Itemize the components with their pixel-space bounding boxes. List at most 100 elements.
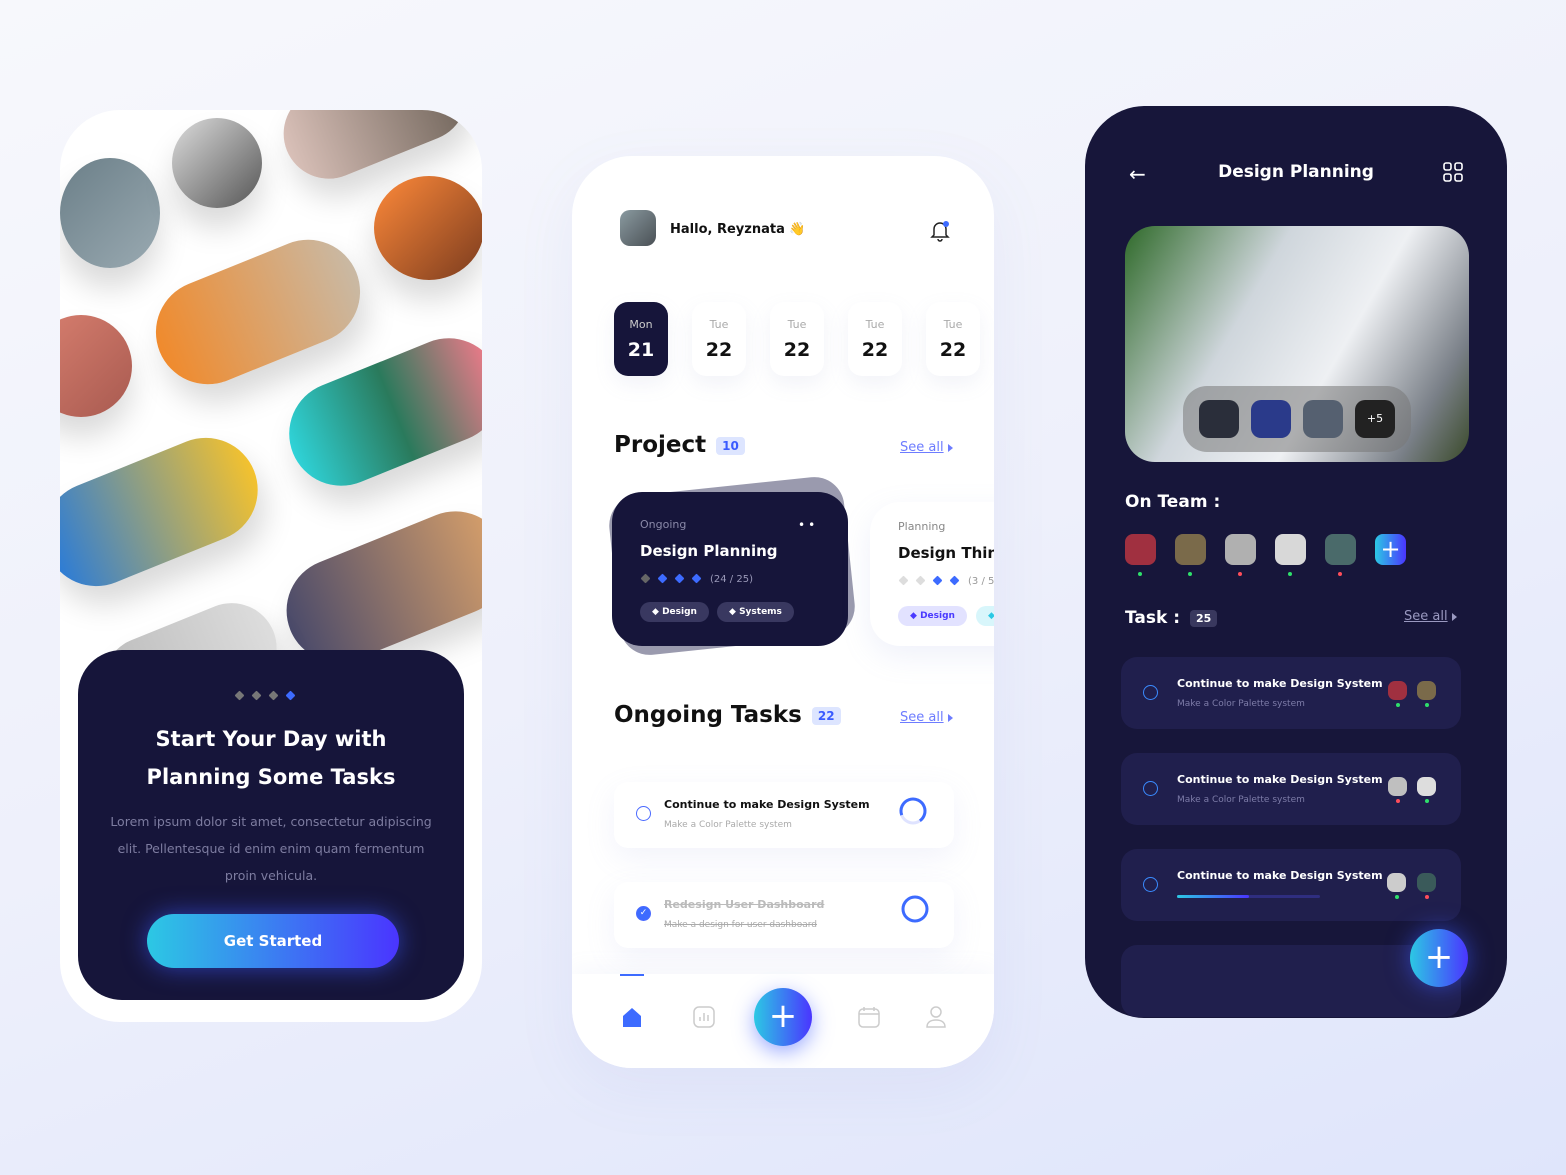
- assignee-avatar: [1417, 873, 1436, 892]
- project-card[interactable]: Planning Design Thinking (3 / 5) ◆ Desig…: [870, 502, 994, 646]
- project-progress: (3 / 5): [898, 575, 994, 587]
- task-checkbox[interactable]: [1143, 877, 1158, 892]
- project-progress: (24 / 25): [640, 573, 753, 585]
- task-title: Redesign User Dashboard: [664, 898, 825, 911]
- ongoing-see-all-link[interactable]: See all: [900, 710, 944, 725]
- photo-pill: [60, 422, 274, 602]
- ongoing-count-badge: 22: [811, 706, 841, 725]
- task-item[interactable]: ✓ Redesign User Dashboard Make a design …: [614, 882, 954, 948]
- add-button[interactable]: +: [754, 988, 812, 1046]
- team-member-avatar[interactable]: [1225, 534, 1256, 565]
- project-count-badge: 10: [716, 436, 745, 455]
- date-number: 22: [861, 339, 889, 361]
- task-title: Continue to make Design System: [664, 798, 870, 811]
- avatar[interactable]: [620, 210, 656, 246]
- task-checkbox[interactable]: [1143, 685, 1158, 700]
- add-task-fab[interactable]: +: [1410, 929, 1468, 987]
- home-icon[interactable]: [621, 1006, 643, 1028]
- task-item[interactable]: Continue to make Design System Make a Co…: [1121, 753, 1461, 825]
- photo-avatar: [172, 118, 262, 208]
- tag-systems[interactable]: ◆ Systems: [717, 602, 794, 622]
- bell-icon[interactable]: [930, 220, 950, 242]
- task-see-all-link[interactable]: See all: [1404, 609, 1448, 624]
- project-heading: Project 10: [614, 432, 745, 458]
- tag-design[interactable]: ◆ Design: [640, 602, 709, 622]
- task-subtitle: Make a Color Palette system: [664, 820, 792, 830]
- onboarding-card: Start Your Day with Planning Some Tasks …: [78, 650, 464, 1000]
- task-checkbox[interactable]: [1143, 781, 1158, 796]
- greeting: Hallo, Reyznata 👋: [670, 222, 806, 237]
- team-member-avatar[interactable]: [1325, 534, 1356, 565]
- date-number: 22: [939, 339, 967, 361]
- task-title: Continue to make Design System: [1177, 773, 1383, 786]
- date-number: 21: [627, 339, 655, 361]
- assignee-avatar: [1417, 681, 1436, 700]
- task-checkbox[interactable]: [636, 806, 651, 821]
- photo-avatar: [60, 158, 160, 268]
- date-number: 22: [705, 339, 733, 361]
- task-count-badge: 25: [1190, 609, 1218, 627]
- project-status: Ongoing: [640, 518, 687, 531]
- date-day: Tue: [865, 318, 885, 331]
- project-see-all-link[interactable]: See all: [900, 440, 944, 455]
- task-heading: Task :25: [1125, 608, 1218, 628]
- team-member-avatar[interactable]: [1275, 534, 1306, 565]
- arrow-right-icon: [948, 714, 953, 722]
- wave-emoji: 👋: [789, 222, 806, 237]
- task-subtitle: Make a design for user dashboard: [664, 920, 817, 930]
- progress-ring: [899, 797, 927, 825]
- status-dot: [1188, 572, 1192, 576]
- onboarding-title: Start Your Day with Planning Some Tasks: [146, 727, 396, 789]
- thumbnail[interactable]: [1303, 400, 1343, 438]
- date-item[interactable]: Tue 22: [848, 302, 902, 376]
- status-dot: [1138, 572, 1142, 576]
- user-icon[interactable]: [925, 1006, 947, 1028]
- date-item[interactable]: Mon 21: [614, 302, 668, 376]
- add-member-button[interactable]: +: [1375, 534, 1406, 565]
- task-item[interactable]: Continue to make Design System Make a Co…: [614, 782, 954, 848]
- date-day: Tue: [943, 318, 963, 331]
- team-member-avatar[interactable]: [1125, 534, 1156, 565]
- team-member-avatar[interactable]: [1175, 534, 1206, 565]
- assignee-avatar: [1417, 777, 1436, 796]
- date-item[interactable]: Tue 22: [692, 302, 746, 376]
- pagination-dots: [234, 684, 316, 703]
- ongoing-heading: Ongoing Tasks 22: [614, 702, 841, 728]
- assignee-avatar: [1388, 777, 1407, 796]
- project-cover-image: +5: [1125, 226, 1469, 462]
- nav-active-indicator: [620, 974, 644, 976]
- task-checkbox-checked[interactable]: ✓: [636, 906, 651, 921]
- task-item[interactable]: Continue to make Design System: [1121, 849, 1461, 921]
- project-detail-screen: ← Design Planning +5 On Team : + Task :2…: [1085, 106, 1507, 1018]
- project-name: Design Planning: [640, 542, 778, 560]
- calendar-icon[interactable]: [858, 1006, 880, 1028]
- chart-icon[interactable]: [693, 1006, 715, 1028]
- photo-avatar: [374, 176, 482, 280]
- task-item[interactable]: Continue to make Design System Make a Co…: [1121, 657, 1461, 729]
- grid-icon[interactable]: [1443, 162, 1463, 186]
- date-day: Tue: [787, 318, 807, 331]
- status-dot: [1238, 572, 1242, 576]
- date-day: Mon: [629, 318, 653, 331]
- thumbnail[interactable]: [1251, 400, 1291, 438]
- thumbnail-more[interactable]: +5: [1355, 400, 1395, 438]
- more-icon[interactable]: ••: [798, 518, 818, 532]
- project-name: Design Thinking: [898, 544, 994, 562]
- team-label: On Team :: [1125, 492, 1221, 512]
- project-card[interactable]: Ongoing •• Design Planning (24 / 25) ◆ D…: [612, 492, 848, 646]
- task-title: Continue to make Design System: [1177, 677, 1383, 690]
- get-started-button[interactable]: Get Started: [147, 914, 399, 968]
- thumbnail-strip: +5: [1183, 386, 1411, 452]
- thumbnail[interactable]: [1199, 400, 1239, 438]
- date-item[interactable]: Tue 22: [770, 302, 824, 376]
- arrow-right-icon: [948, 444, 953, 452]
- tag-more[interactable]: ◆: [976, 606, 994, 626]
- date-item[interactable]: Tue 22: [926, 302, 980, 376]
- assignee-avatar: [1388, 681, 1407, 700]
- status-dot: [1288, 572, 1292, 576]
- date-number: 22: [783, 339, 811, 361]
- photo-avatar: [60, 315, 132, 417]
- date-day: Tue: [709, 318, 729, 331]
- tag-design[interactable]: ◆ Design: [898, 606, 967, 626]
- task-title: Continue to make Design System: [1177, 869, 1383, 882]
